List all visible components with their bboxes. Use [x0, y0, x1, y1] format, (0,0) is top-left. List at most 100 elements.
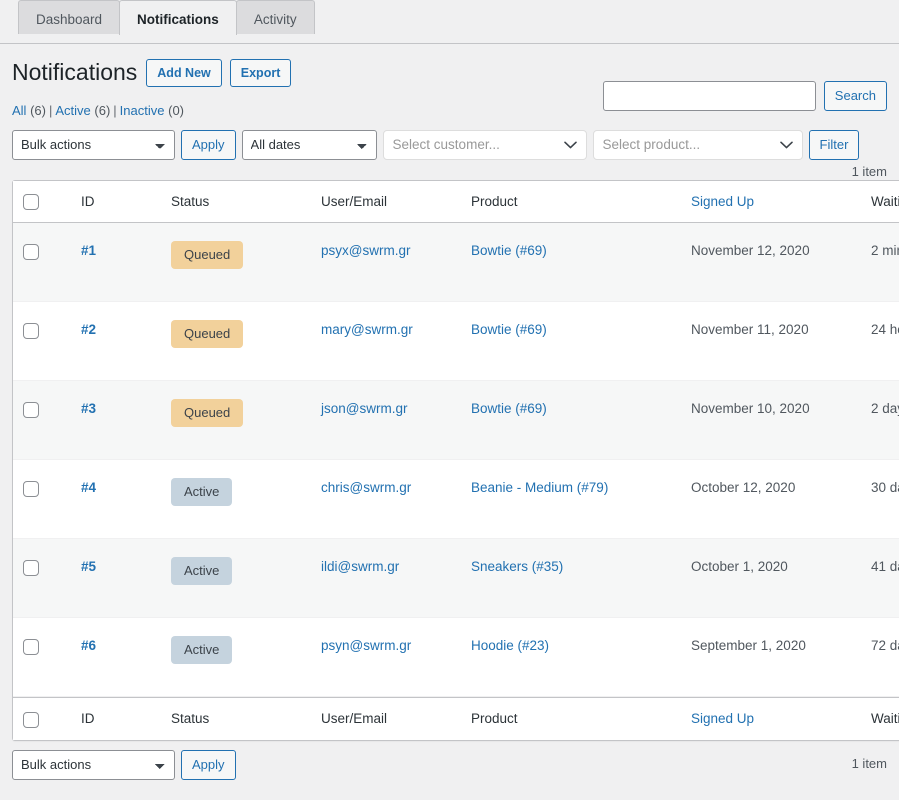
filter-group: Filter	[809, 130, 860, 160]
row-id-link[interactable]: #6	[81, 638, 96, 653]
cell-status: Queued	[161, 223, 311, 302]
view-link-all[interactable]: All	[12, 103, 26, 118]
row-checkbox[interactable]	[23, 323, 39, 339]
cell-status: Active	[161, 539, 311, 618]
view-link-inactive[interactable]: Inactive	[120, 103, 165, 118]
cell-id: #5	[71, 539, 161, 618]
chevron-down-icon	[564, 131, 578, 159]
cell-user-email: psyx@swrm.gr	[311, 223, 461, 302]
filter-button[interactable]: Filter	[809, 130, 860, 160]
tab-dashboard[interactable]: Dashboard	[18, 0, 120, 34]
product-select[interactable]: Select product...	[593, 130, 803, 160]
row-user-email-link[interactable]: mary@swrm.gr	[321, 322, 413, 337]
row-product-link[interactable]: Bowtie (#69)	[471, 243, 547, 258]
header-user-email: User/Email	[311, 181, 461, 224]
search-input[interactable]	[603, 81, 816, 111]
table-row: #3Queuedjson@swrm.grBowtie (#69)November…	[13, 381, 899, 460]
product-select-placeholder: Select product...	[603, 137, 701, 152]
tab-activity-label: Activity	[254, 12, 297, 27]
view-link-inactive-item: Inactive (0)	[120, 98, 184, 124]
cell-status: Active	[161, 618, 311, 697]
table-head: ID Status User/Email Product Signed Up W…	[13, 181, 899, 224]
select-all-header	[13, 181, 71, 224]
header-signed-up: Signed Up	[681, 181, 861, 224]
page-title: Notifications	[12, 58, 146, 88]
row-id-link[interactable]: #4	[81, 480, 96, 495]
row-select-cell	[13, 460, 71, 539]
row-product-link[interactable]: Beanie - Medium (#79)	[471, 480, 608, 495]
apply-button-bottom[interactable]: Apply	[181, 750, 236, 780]
page-wrap: Notifications Add New Export All (6)|Act…	[0, 44, 899, 780]
header-product: Product	[461, 181, 681, 224]
chevron-down-icon	[780, 131, 794, 159]
cell-signed-up: November 11, 2020	[681, 302, 861, 381]
view-link-all-item: All (6)|	[12, 98, 55, 124]
row-user-email-link[interactable]: json@swrm.gr	[321, 401, 407, 416]
row-id-link[interactable]: #5	[81, 559, 96, 574]
select-all-checkbox-footer[interactable]	[23, 712, 39, 728]
view-separator-1: |	[46, 103, 55, 118]
search-box: Search	[603, 81, 887, 111]
row-checkbox[interactable]	[23, 244, 39, 260]
tab-activity[interactable]: Activity	[236, 0, 315, 34]
notifications-table: ID Status User/Email Product Signed Up W…	[12, 180, 899, 741]
status-badge: Queued	[171, 320, 243, 348]
status-badge: Queued	[171, 399, 243, 427]
row-id-link[interactable]: #1	[81, 243, 96, 258]
date-filter-select[interactable]: All dates	[242, 130, 377, 160]
cell-status: Queued	[161, 381, 311, 460]
select-all-checkbox[interactable]	[23, 194, 39, 210]
row-select-cell	[13, 618, 71, 697]
cell-user-email: chris@swrm.gr	[311, 460, 461, 539]
row-checkbox[interactable]	[23, 560, 39, 576]
row-product-link[interactable]: Sneakers (#35)	[471, 559, 563, 574]
table-row: #5Activeildi@swrm.grSneakers (#35)Octobe…	[13, 539, 899, 618]
row-user-email-link[interactable]: ildi@swrm.gr	[321, 559, 399, 574]
row-user-email-link[interactable]: psyn@swrm.gr	[321, 638, 411, 653]
status-badge: Active	[171, 557, 232, 585]
row-product-link[interactable]: Bowtie (#69)	[471, 322, 547, 337]
bulk-actions-select[interactable]: Bulk actions	[12, 130, 175, 160]
bulk-actions-select-bottom[interactable]: Bulk actions	[12, 750, 175, 780]
search-button[interactable]: Search	[824, 81, 887, 111]
row-product-link[interactable]: Bowtie (#69)	[471, 401, 547, 416]
cell-user-email: psyn@swrm.gr	[311, 618, 461, 697]
row-checkbox[interactable]	[23, 481, 39, 497]
cell-waiting: 41 days	[861, 539, 899, 618]
customer-filter-group: Select customer...	[383, 130, 587, 160]
row-checkbox[interactable]	[23, 402, 39, 418]
tab-notifications[interactable]: Notifications	[119, 0, 237, 35]
customer-select[interactable]: Select customer...	[383, 130, 587, 160]
footer-product: Product	[461, 697, 681, 740]
cell-user-email: mary@swrm.gr	[311, 302, 461, 381]
row-product-link[interactable]: Hoodie (#23)	[471, 638, 549, 653]
row-checkbox[interactable]	[23, 639, 39, 655]
row-id-link[interactable]: #3	[81, 401, 96, 416]
bulk-actions-group: Bulk actions	[12, 130, 175, 160]
tab-notifications-label: Notifications	[137, 12, 219, 27]
apply-button-top[interactable]: Apply	[181, 130, 236, 160]
row-select-cell	[13, 302, 71, 381]
cell-waiting: 2 mins	[861, 223, 899, 302]
cell-waiting: 30 days	[861, 460, 899, 539]
row-id-link[interactable]: #2	[81, 322, 96, 337]
cell-product: Bowtie (#69)	[461, 223, 681, 302]
cell-product: Bowtie (#69)	[461, 302, 681, 381]
row-user-email-link[interactable]: chris@swrm.gr	[321, 480, 411, 495]
view-count-inactive: (0)	[168, 103, 184, 118]
cell-product: Bowtie (#69)	[461, 381, 681, 460]
add-new-button[interactable]: Add New	[146, 59, 221, 88]
row-user-email-link[interactable]: psyx@swrm.gr	[321, 243, 410, 258]
table-row: #4Activechris@swrm.grBeanie - Medium (#7…	[13, 460, 899, 539]
footer-signed-up: Signed Up	[681, 697, 861, 740]
sort-signed-up-link-footer[interactable]: Signed Up	[691, 711, 754, 726]
table-footer-row: ID Status User/Email Product Signed Up W…	[13, 697, 899, 740]
table-foot: ID Status User/Email Product Signed Up W…	[13, 697, 899, 740]
sort-signed-up-link[interactable]: Signed Up	[691, 194, 754, 209]
view-link-active[interactable]: Active	[55, 103, 90, 118]
header-status: Status	[161, 181, 311, 224]
export-button[interactable]: Export	[230, 59, 292, 88]
view-count-all: (6)	[30, 103, 46, 118]
row-select-cell	[13, 381, 71, 460]
view-separator-2: |	[110, 103, 119, 118]
